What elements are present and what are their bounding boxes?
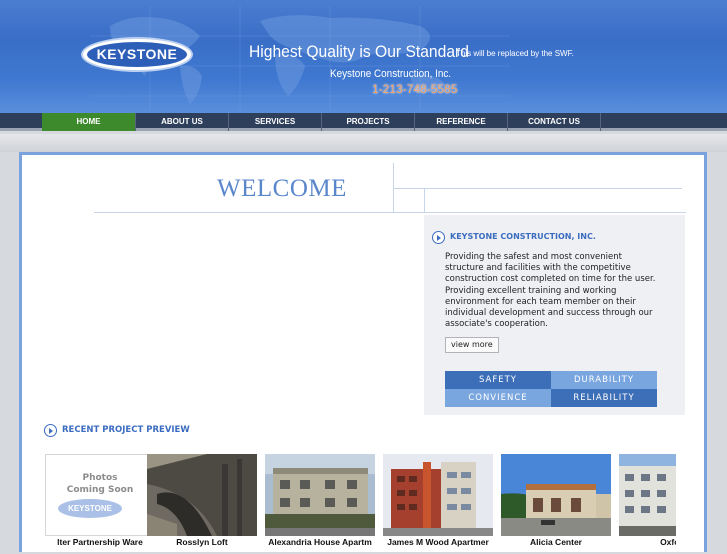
- nav-about-us[interactable]: ABOUT US: [136, 113, 229, 131]
- project-photo: [619, 454, 676, 536]
- placeholder-logo: KEYSTONE: [58, 499, 122, 518]
- project-caption[interactable]: Rosslyn Loft: [147, 537, 257, 549]
- nav-spacer: [0, 113, 42, 131]
- recent-projects-heading: RECENT PROJECT PREVIEW: [62, 425, 190, 435]
- placeholder-line1: Photos: [82, 473, 118, 483]
- divider: [393, 163, 394, 213]
- project-caption[interactable]: Alicia Center: [501, 537, 611, 549]
- placeholder-text: Photos Coming Soon: [46, 472, 154, 496]
- value-safety: SAFETY: [445, 371, 551, 389]
- nav-projects[interactable]: PROJECTS: [322, 113, 415, 131]
- nav-services[interactable]: SERVICES: [229, 113, 322, 131]
- project-caption[interactable]: Alexandria House Apartm: [265, 537, 375, 549]
- view-more-button[interactable]: view more: [445, 337, 499, 353]
- info-title: KEYSTONE CONSTRUCTION, INC.: [450, 232, 596, 241]
- header-slogan: Highest Quality is Our Standard: [249, 42, 469, 61]
- divider: [394, 188, 682, 189]
- company-info-box: KEYSTONE CONSTRUCTION, INC. Providing th…: [424, 215, 685, 415]
- project-caption[interactable]: lter Partnership Ware: [45, 537, 155, 549]
- project-thumb[interactable]: Oxford: [619, 454, 676, 547]
- keystone-logo[interactable]: KEYSTONE: [81, 37, 193, 72]
- nav-shadow-bar: [0, 134, 727, 152]
- welcome-heading: WELCOME: [217, 175, 347, 202]
- divider: [424, 188, 425, 213]
- placeholder-line2: Coming Soon: [66, 485, 134, 495]
- project-thumb[interactable]: James M Wood Apartmer: [383, 454, 493, 547]
- project-photo: [501, 454, 611, 536]
- project-caption[interactable]: Oxford: [619, 537, 676, 549]
- nav-contact-us[interactable]: CONTACT US: [508, 113, 601, 131]
- project-thumb[interactable]: Alexandria House Apartm: [265, 454, 375, 547]
- site-header: KEYSTONE Highest Quality is Our Standard…: [0, 0, 727, 113]
- project-photo: [265, 454, 375, 536]
- nav-reference[interactable]: REFERENCE: [415, 113, 508, 131]
- swf-placeholder-note: This will be replaced by the SWF.: [456, 49, 574, 58]
- core-values-grid: SAFETY DURABILITY CONVIENCE RELIABILITY: [445, 371, 657, 407]
- value-convience: CONVIENCE: [445, 389, 551, 407]
- divider: [94, 212, 686, 213]
- arrow-right-icon: [44, 424, 57, 437]
- value-durability: DURABILITY: [551, 371, 657, 389]
- main-nav: HOME ABOUT US SERVICES PROJECTS REFERENC…: [0, 113, 727, 131]
- project-thumbnails: Photos Coming Soon KEYSTONE lter Partner…: [43, 454, 676, 554]
- main-content: WELCOME KEYSTONE CONSTRUCTION, INC. Prov…: [19, 152, 707, 552]
- project-thumb[interactable]: Photos Coming Soon KEYSTONE lter Partner…: [45, 454, 155, 547]
- company-name: Keystone Construction, Inc.: [330, 68, 452, 80]
- project-photo: [383, 454, 493, 536]
- photo-placeholder: Photos Coming Soon KEYSTONE: [45, 454, 155, 536]
- phone-number: 1-213-748-5585: [372, 82, 458, 96]
- project-caption[interactable]: James M Wood Apartmer: [383, 537, 493, 549]
- project-photo: [147, 454, 257, 536]
- project-thumb[interactable]: Alicia Center: [501, 454, 611, 547]
- project-thumb[interactable]: Rosslyn Loft: [147, 454, 257, 547]
- arrow-right-icon: [432, 231, 445, 244]
- logo-text: KEYSTONE: [87, 42, 187, 67]
- info-description: Providing the safest and most convenient…: [445, 252, 656, 330]
- value-reliability: RELIABILITY: [551, 389, 657, 407]
- nav-home[interactable]: HOME: [42, 113, 136, 131]
